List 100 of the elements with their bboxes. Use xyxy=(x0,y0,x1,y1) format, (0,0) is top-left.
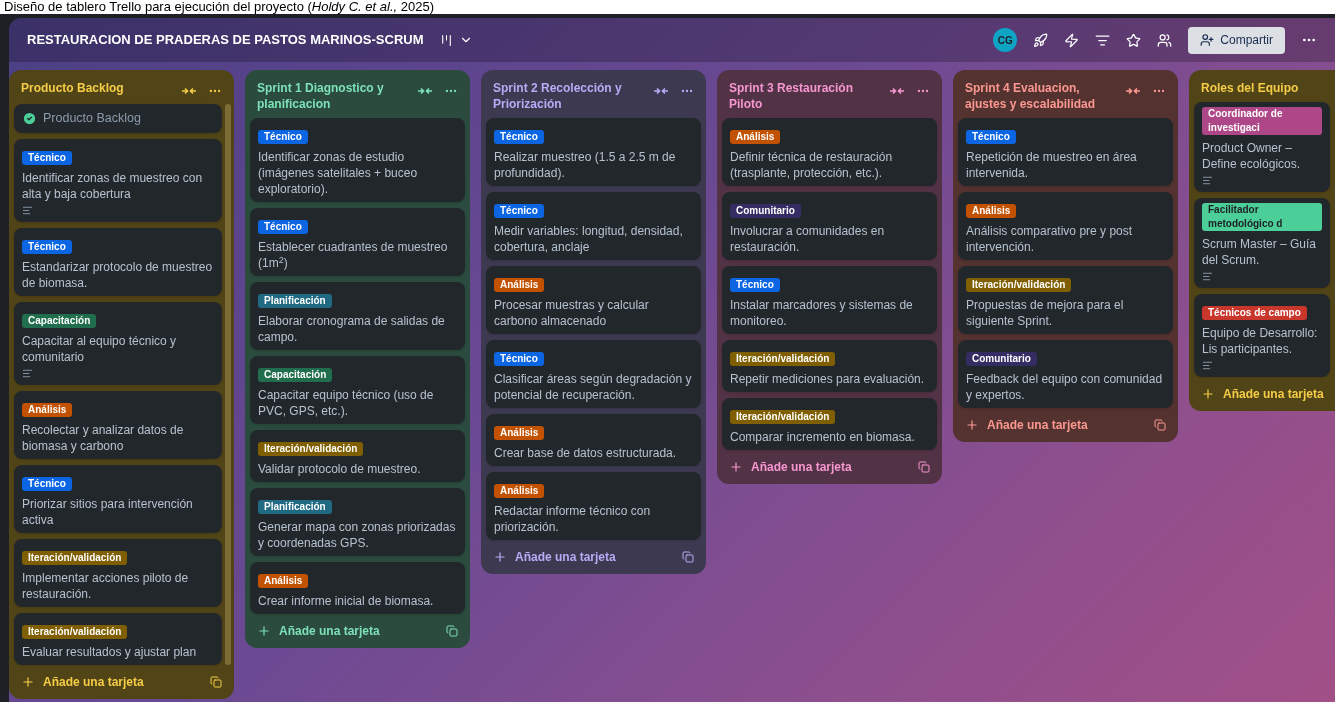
card[interactable]: Técnico Establecer cuadrantes de muestreo (1m$^{2}$) xyxy=(250,208,465,276)
card[interactable]: Técnico Identificar zonas de estudio (imágenes satelitales + buceo exploratorio). xyxy=(250,118,465,202)
collapse-icon[interactable] xyxy=(890,86,904,96)
card[interactable]: Análisis Análisis comparativo pre y post intervención. xyxy=(958,192,1173,260)
card-label: Facilitador metodológico d xyxy=(1202,203,1322,231)
template-icon[interactable] xyxy=(210,675,222,688)
card[interactable]: Técnico Estandarizar protocolo de muestreo de biomasa. xyxy=(14,227,222,296)
card-label: Iteración/validación xyxy=(730,352,836,366)
collapse-icon[interactable] xyxy=(418,86,432,96)
card-label: Análisis xyxy=(966,204,1017,218)
card[interactable]: Iteración/validación Repetir mediciones para evaluación. xyxy=(722,340,937,392)
card-title: Feedback del equipo con comunidad y expertos. xyxy=(966,371,1164,403)
card-label: Capacitación xyxy=(258,368,333,382)
card-title: Estandarizar protocolo de muestreo de biomasa. xyxy=(22,258,214,291)
add-card-button[interactable]: Añade una tarjeta xyxy=(21,672,144,691)
template-icon[interactable] xyxy=(446,625,458,637)
star-icon[interactable] xyxy=(1126,32,1142,48)
template-icon[interactable] xyxy=(682,551,694,563)
card-label: Análisis xyxy=(494,278,545,292)
board-title[interactable]: RESTAURACION DE PRADERAS DE PASTOS MARINOS-SCRUM xyxy=(27,30,424,50)
card-title: Evaluar resultados y ajustar plan xyxy=(22,643,198,660)
card[interactable]: Técnico Repetición de muestreo en área intervenida. xyxy=(958,118,1173,186)
card[interactable]: Coordinador de investigaci Product Owner – Define ecológicos. xyxy=(1194,102,1330,192)
card[interactable]: Iteración/validación Implementar acciones piloto de restauración. xyxy=(14,538,222,607)
plus-icon xyxy=(729,460,743,474)
card-title: Instalar marcadores y sistemas de monitoreo. xyxy=(730,297,914,329)
card[interactable]: Análisis Recolectar y analizar datos de biomasa y carbono xyxy=(14,390,222,459)
card-title: Establecer cuadrantes de muestreo (1m$^{2}$) xyxy=(258,239,449,271)
card[interactable]: Análisis Procesar muestras y calcular carbono almacenado xyxy=(486,266,701,334)
list-title[interactable]: Sprint 3 Restauración Piloto xyxy=(729,80,890,112)
card[interactable]: Comunitario Feedback del equipo con comunidad y expertos. xyxy=(958,340,1173,408)
card-label: Análisis xyxy=(22,402,73,417)
add-card-button[interactable]: Añade una tarjeta xyxy=(493,548,616,566)
card-title: Product Owner – Define ecológicos. xyxy=(1202,140,1302,172)
card-label: Análisis xyxy=(258,574,309,588)
card-title: Redactar informe técnico con priorización. xyxy=(494,503,652,535)
rocket-icon[interactable] xyxy=(1033,32,1049,48)
list-title[interactable]: Producto Backlog xyxy=(21,80,132,96)
card-title: Comparar incremento en biomasa. xyxy=(730,429,916,445)
card[interactable]: Técnico Clasificar áreas según degradación y potencial de recuperación. xyxy=(486,340,701,408)
card[interactable]: Producto Backlog xyxy=(14,104,222,133)
card-label: Capacitación xyxy=(22,313,97,328)
card[interactable]: Técnico Identificar zonas de muestreo con alta y baja cobertura xyxy=(14,138,222,222)
card-label: Análisis xyxy=(730,130,781,144)
card[interactable]: Planificación Elaborar cronograma de salidas de campo. xyxy=(250,282,465,350)
plus-icon xyxy=(21,674,35,689)
card[interactable]: Facilitador metodológico d Scrum Master – Guía del Scrum. xyxy=(1194,198,1330,288)
card[interactable]: Análisis Crear informe inicial de biomasa. xyxy=(250,562,465,614)
card-label: Técnico xyxy=(494,204,544,218)
card[interactable]: Iteración/validación Propuestas de mejora para el siguiente Sprint. xyxy=(958,266,1173,334)
bolt-icon[interactable] xyxy=(1064,32,1080,48)
collapse-icon[interactable] xyxy=(1126,86,1140,96)
list-title[interactable]: Sprint 2 Recolección y Priorización xyxy=(493,80,654,112)
list-title[interactable]: Sprint 4 Evaluacion, ajustes y escalabilidad xyxy=(965,80,1126,112)
card-label: Comunitario xyxy=(966,352,1037,366)
card[interactable]: Capacitación Capacitar al equipo técnico y comunitario xyxy=(14,301,222,385)
plus-icon xyxy=(965,418,979,432)
add-card-button[interactable]: Añade una tarjeta xyxy=(965,416,1088,434)
card[interactable]: Capacitación Capacitar equipo técnico (uso de PVC, GPS, etc.). xyxy=(250,356,465,424)
card-title: Crear informe inicial de biomasa. xyxy=(258,593,435,609)
card-label: Planificación xyxy=(258,500,332,514)
card-label: Planificación xyxy=(258,294,332,308)
share-button[interactable]: Compartir xyxy=(1188,26,1285,54)
card[interactable]: Iteración/validación Evaluar resultados y ajustar plan xyxy=(14,612,222,665)
scrollbar[interactable] xyxy=(225,104,231,665)
card[interactable]: Técnico Instalar marcadores y sistemas de monitoreo. xyxy=(722,266,937,334)
card[interactable]: Técnicos de campo Equipo de Desarrollo: Lis participantes. xyxy=(1194,294,1330,377)
caption: Diseño de tablero Trello para ejecución del proyecto (Holdy C. et al., 2025) xyxy=(3,0,435,14)
avatar[interactable]: CG xyxy=(993,28,1018,52)
card[interactable]: Iteración/validación Validar protocolo de muestreo. xyxy=(250,430,465,482)
card[interactable]: Análisis Crear base de datos estructurada. xyxy=(486,414,701,466)
card-title: Capacitar equipo técnico (uso de PVC, GPS, etc.). xyxy=(258,387,435,419)
plus-icon xyxy=(1201,387,1215,401)
card-label: Análisis xyxy=(494,426,545,440)
add-card-button[interactable]: Añade una tarjeta xyxy=(257,622,380,640)
add-card-button[interactable]: Añade una tarjeta xyxy=(729,458,852,476)
list-title[interactable]: Sprint 1 Diagnostico y planificacion xyxy=(257,80,418,112)
template-icon[interactable] xyxy=(918,461,930,473)
card[interactable]: Análisis Redactar informe técnico con priorización. xyxy=(486,472,701,540)
users-icon[interactable] xyxy=(1157,32,1173,48)
card-label: Iteración/validación xyxy=(730,410,836,424)
card[interactable]: Técnico Medir variables: longitud, densidad, cobertura, anclaje xyxy=(486,192,701,260)
add-card-button[interactable]: Añade una tarjeta xyxy=(1201,385,1324,403)
filter-icon[interactable] xyxy=(1095,32,1111,48)
card-label: Técnico xyxy=(22,476,72,491)
template-icon[interactable] xyxy=(1154,419,1166,431)
card-label: Análisis xyxy=(494,484,545,498)
list-title[interactable]: Roles del Equipo xyxy=(1201,80,1307,96)
collapse-icon[interactable] xyxy=(182,86,196,96)
card-title: Realizar muestreo (1.5 a 2.5 m de profundidad). xyxy=(494,149,677,181)
card[interactable]: Técnico Priorizar sitios para intervención activa xyxy=(14,464,222,533)
card[interactable]: Técnico Realizar muestreo (1.5 a 2.5 m de profundidad). xyxy=(486,118,701,186)
plus-icon xyxy=(257,624,271,638)
card[interactable]: Planificación Generar mapa con zonas priorizadas y coordenadas GPS. xyxy=(250,488,465,556)
card[interactable]: Iteración/validación Comparar incremento en biomasa. xyxy=(722,398,937,450)
collapse-icon[interactable] xyxy=(654,86,668,96)
card[interactable]: Comunitario Involucrar a comunidades en restauración. xyxy=(722,192,937,260)
card-label: Técnico xyxy=(494,352,544,366)
board-view-icon[interactable] xyxy=(439,33,453,47)
card[interactable]: Análisis Definir técnica de restauración (trasplante, protección, etc.). xyxy=(722,118,937,186)
